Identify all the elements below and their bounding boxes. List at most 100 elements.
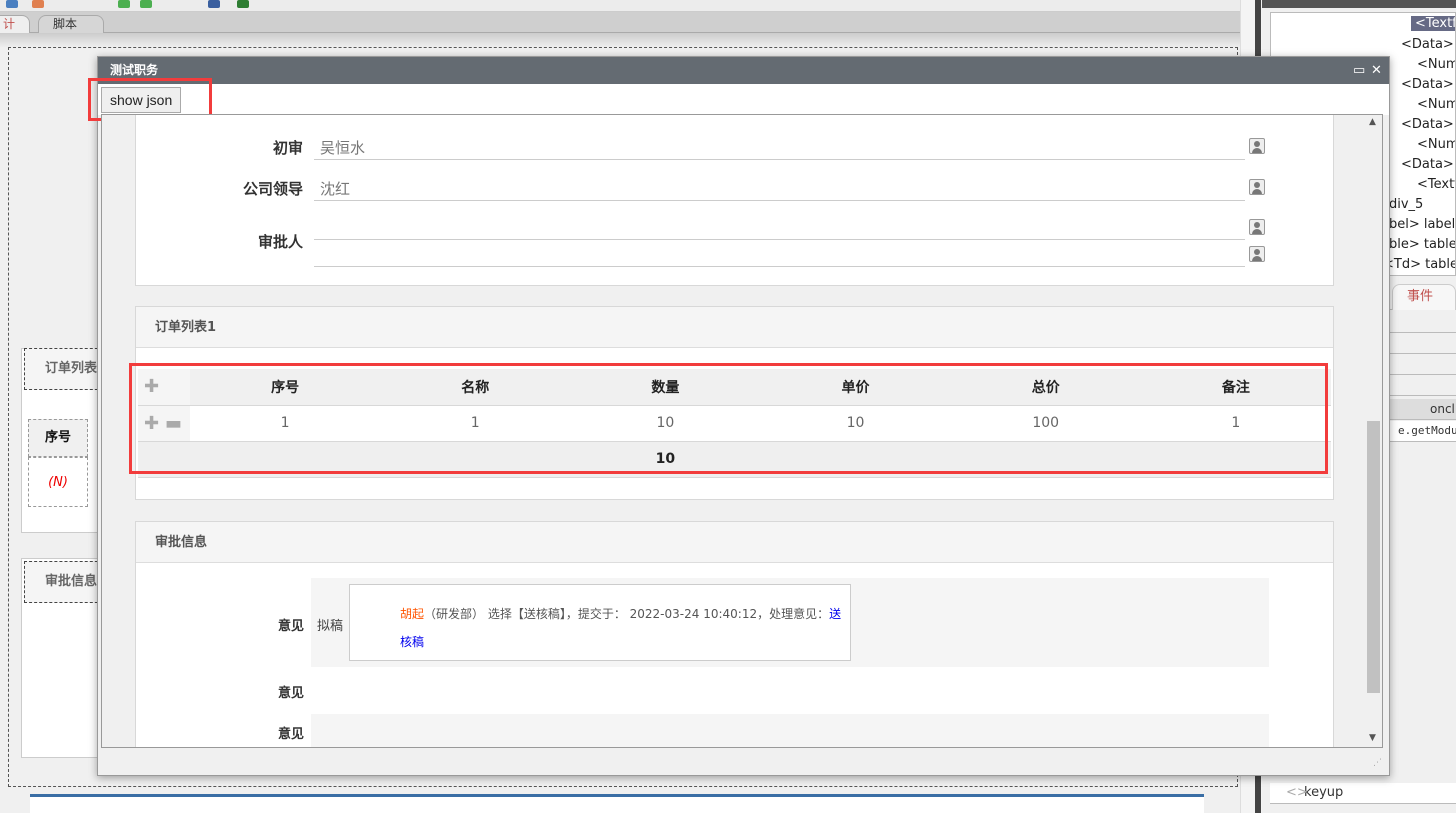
person-name: 胡起 xyxy=(400,607,425,621)
tree-node[interactable]: <Td> table_ xyxy=(1383,257,1455,272)
table-cell[interactable]: 1 xyxy=(380,405,571,442)
info-icon[interactable] xyxy=(208,0,220,8)
field-label: 初审 xyxy=(272,139,303,157)
table-footer-row: 10 xyxy=(138,441,1331,478)
company-leader-input[interactable]: 沈红 xyxy=(320,178,350,199)
tree-node[interactable]: able> table xyxy=(1381,237,1455,252)
divider xyxy=(0,33,1262,47)
approver-panel: 初审 吴恒水 公司领导 沈红 审批人 xyxy=(135,115,1334,286)
tree-node[interactable]: <Numl xyxy=(1417,57,1455,72)
event-keyup[interactable]: <> keyup xyxy=(1270,783,1456,804)
table-cell[interactable]: 100 xyxy=(950,405,1141,442)
footer-cell xyxy=(760,441,951,478)
footer-cell xyxy=(380,441,571,478)
tree-node[interactable]: <Textf xyxy=(1411,16,1455,31)
code-icon: <> xyxy=(1286,785,1308,800)
dialog-title: 测试职务 xyxy=(110,63,159,77)
vertical-scrollbar[interactable]: ▲ ▼ xyxy=(1366,115,1382,747)
tree-node[interactable]: <Data> c xyxy=(1401,117,1455,132)
field-label: 公司领导 xyxy=(242,180,303,198)
footer-cell xyxy=(138,441,190,478)
close-icon[interactable]: ✕ xyxy=(1371,57,1382,84)
table-row: ✚ ▬ 1 1 10 10 100 1 xyxy=(138,405,1331,442)
tree-node[interactable]: <Data> c xyxy=(1401,37,1455,52)
add-row-icon[interactable]: ✚ xyxy=(144,413,159,434)
column-header: 备注 xyxy=(1140,369,1331,406)
approval-panel: 审批信息 意见 拟稿 胡起（研发部） 选择【送核稿】，提交于： 2022-03-… xyxy=(135,521,1334,747)
column-header: 名称 xyxy=(380,369,571,406)
tree-node[interactable]: div_5 xyxy=(1389,197,1423,212)
tree-node[interactable]: <Numl xyxy=(1417,137,1455,152)
scroll-thumb[interactable] xyxy=(1367,421,1380,693)
approver-input[interactable] xyxy=(314,239,1245,240)
column-header: 单价 xyxy=(760,369,951,406)
dialog-title-bar[interactable]: 测试职务 ▭ ✕ xyxy=(98,57,1389,84)
maximize-icon[interactable]: ▭ xyxy=(1353,57,1365,84)
row-actions: ✚ ▬ xyxy=(138,405,190,442)
resize-grip-icon[interactable]: ⋰ xyxy=(1373,758,1382,768)
footer-total: 10 xyxy=(570,441,761,478)
event-label: keyup xyxy=(1304,785,1344,800)
dialog-toolbar: show json xyxy=(98,84,1389,115)
scroll-up-icon[interactable]: ▲ xyxy=(1369,117,1376,127)
opinion-label: 意见 xyxy=(277,727,304,742)
tab-events[interactable]: 事件 xyxy=(1392,284,1456,310)
footer-cell xyxy=(190,441,381,478)
tree-node[interactable]: <Numl xyxy=(1417,97,1455,112)
bottom-panel xyxy=(30,794,1204,813)
divider xyxy=(314,200,1245,201)
first-review-input[interactable]: 吴恒水 xyxy=(320,137,365,158)
column-header: 序号 xyxy=(190,369,381,406)
tree-node[interactable]: <Textf xyxy=(1417,177,1455,192)
footer-cell xyxy=(1140,441,1331,478)
designer-tabs: 计 脚本 xyxy=(0,12,1262,33)
tree-node[interactable]: abel> label_ xyxy=(1381,217,1455,232)
order-table: ✚ 序号 名称 数量 单价 总价 备注 ✚ ▬ 1 1 10 10 100 1 xyxy=(138,369,1331,478)
form-frame: 初审 吴恒水 公司领导 沈红 审批人 订单列表1 ✚ 序号 名称 数量 单价 总… xyxy=(101,114,1383,748)
user-picker-icon[interactable] xyxy=(1249,219,1265,235)
designer-row-placeholder[interactable]: (N) xyxy=(28,457,88,507)
column-header: 总价 xyxy=(950,369,1141,406)
tree-node[interactable]: <Data> c xyxy=(1401,77,1455,92)
designer-col-header[interactable]: 序号 xyxy=(28,419,88,457)
approver-input[interactable] xyxy=(314,266,1245,267)
table-cell[interactable]: 1 xyxy=(1140,405,1331,442)
designer-toolbar xyxy=(0,0,1262,12)
user-picker-icon[interactable] xyxy=(1249,246,1265,262)
column-header: 数量 xyxy=(570,369,761,406)
table-cell[interactable]: 1 xyxy=(190,405,381,442)
tab-design[interactable]: 计 xyxy=(0,15,31,33)
opinion-label: 意见 xyxy=(277,619,304,634)
tree-node[interactable]: <Data> c xyxy=(1401,157,1455,172)
user-picker-icon[interactable] xyxy=(1249,138,1265,154)
save-icon[interactable] xyxy=(6,0,18,8)
export-icon[interactable] xyxy=(140,0,152,8)
order-list-panel: 订单列表1 ✚ 序号 名称 数量 单价 总价 备注 ✚ ▬ 1 1 10 10 xyxy=(135,306,1334,500)
undo-icon[interactable] xyxy=(32,0,44,8)
dialog-window: 测试职务 ▭ ✕ show json 初审 吴恒水 公司领导 沈红 审批人 订单… xyxy=(88,56,1390,776)
panel-header xyxy=(1262,0,1456,8)
table-cell[interactable]: 10 xyxy=(570,405,761,442)
field-label: 审批人 xyxy=(257,233,303,251)
run-icon[interactable] xyxy=(237,0,249,8)
user-picker-icon[interactable] xyxy=(1249,179,1265,195)
divider xyxy=(314,159,1245,160)
panel-title: 订单列表1 xyxy=(136,307,1333,348)
panel-title: 审批信息 xyxy=(136,522,1333,563)
add-row-icon[interactable]: ✚ xyxy=(138,369,190,406)
opinion-detail: （研发部） 选择【送核稿】，提交于： 2022-03-24 10:40:12，处… xyxy=(424,607,830,621)
opinion-record: 胡起（研发部） 选择【送核稿】，提交于： 2022-03-24 10:40:12… xyxy=(349,584,851,661)
show-json-button[interactable]: show json xyxy=(101,87,182,113)
table-header-row: ✚ 序号 名称 数量 单价 总价 备注 xyxy=(138,369,1331,406)
table-cell[interactable]: 10 xyxy=(760,405,951,442)
import-icon[interactable] xyxy=(118,0,130,8)
footer-cell xyxy=(950,441,1141,478)
opinion-input[interactable] xyxy=(311,714,1269,747)
dialog-footer: ⋰ xyxy=(98,748,1389,775)
remove-row-icon[interactable]: ▬ xyxy=(165,413,182,434)
opinion-block: 拟稿 胡起（研发部） 选择【送核稿】，提交于： 2022-03-24 10:40… xyxy=(311,578,1269,667)
tab-script[interactable]: 脚本 xyxy=(38,15,104,33)
opinion-label: 意见 xyxy=(277,686,304,701)
scroll-down-icon[interactable]: ▼ xyxy=(1369,733,1376,743)
step-label: 拟稿 xyxy=(317,619,344,634)
